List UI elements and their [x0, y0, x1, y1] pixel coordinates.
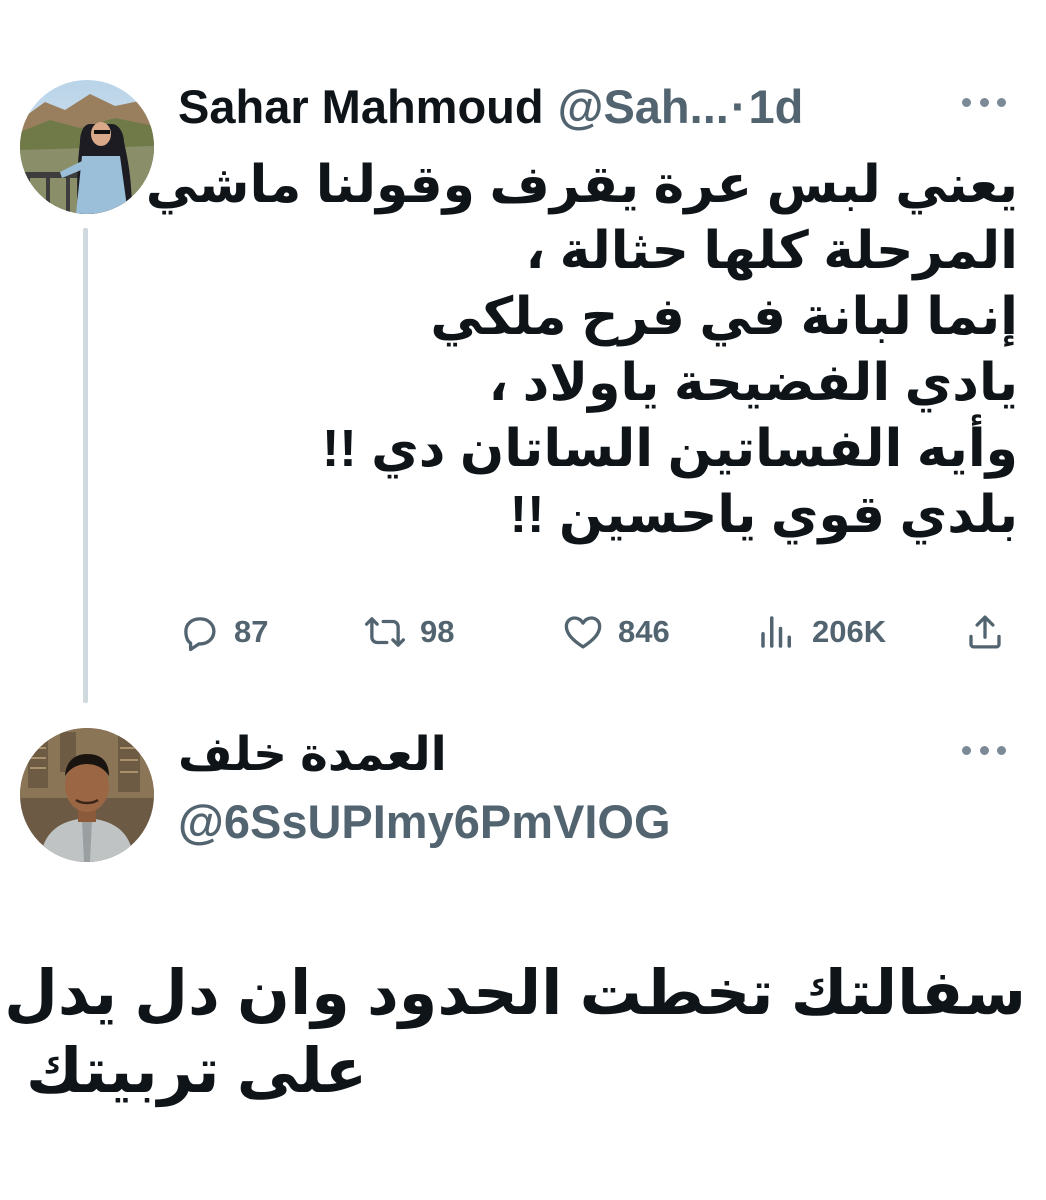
- tweet-line: وأيه الفساتين الساتان دي !!: [322, 420, 1018, 478]
- reply-bubble-icon: [184, 617, 216, 652]
- dot: [962, 745, 971, 755]
- reply-line: سفالتك تخطت الحدود وان دل يدل: [4, 959, 1026, 1028]
- reply-count: 87: [234, 614, 269, 649]
- tweet-header: Sahar Mahmoud @Sah... · 1d: [178, 76, 1008, 138]
- dot: [997, 745, 1006, 755]
- tweet-line: يعني لبس عرة يقرف وقولنا ماشي: [145, 156, 1018, 214]
- views-count: 206K: [812, 614, 887, 649]
- author-display-name[interactable]: Sahar Mahmoud: [178, 76, 544, 138]
- reply-line: على تربيتك: [26, 1037, 368, 1106]
- tweet-line: يادي الفضيحة ياولاد ،: [488, 354, 1018, 412]
- reply-author-display-name[interactable]: العمدة خلف: [178, 722, 818, 786]
- tweet-line: المرحلة كلها حثالة ،: [525, 222, 1018, 280]
- tweet-timestamp[interactable]: 1d: [748, 76, 803, 138]
- heart-icon: [564, 616, 602, 649]
- author-handle[interactable]: @Sah...: [558, 76, 729, 138]
- avatar-sahar[interactable]: [20, 80, 154, 214]
- like-count: 846: [618, 614, 670, 649]
- avatar-photo: [20, 728, 154, 862]
- tweet-line: إنما لبانة في فرح ملكي: [430, 288, 1018, 346]
- dot: [979, 97, 989, 107]
- like-button[interactable]: 846: [562, 604, 670, 660]
- more-dots-icon[interactable]: [962, 740, 1006, 760]
- reply-body: سفالتك تخطت الحدود وان دل يدل على تربيتك: [4, 955, 1026, 1111]
- tweet-actions-bar: 87 98 846 206K: [178, 604, 1010, 660]
- tweet-body: يعني لبس عرة يقرف وقولنا ماشي المرحلة كل…: [145, 152, 1018, 548]
- reply-author-handle[interactable]: @6SsUPImy6PmVIOG: [178, 790, 671, 854]
- views-button[interactable]: 206K: [756, 604, 886, 660]
- retweet-icon: [364, 617, 406, 647]
- more-dots-icon[interactable]: [962, 92, 1006, 112]
- avatar-alomda[interactable]: [20, 728, 154, 862]
- tweet-line: بلدي قوي ياحسين !!: [509, 486, 1018, 544]
- retweet-button[interactable]: 98: [364, 604, 454, 660]
- views-bar-icon: [761, 616, 791, 648]
- dot: [962, 97, 971, 107]
- avatar-photo: [20, 80, 154, 214]
- reply-button[interactable]: 87: [178, 604, 268, 660]
- retweet-count: 98: [420, 614, 455, 649]
- header-separator: ·: [730, 80, 747, 133]
- share-button[interactable]: [964, 604, 1006, 660]
- thread-connector-line: [83, 228, 88, 703]
- dot: [979, 745, 989, 755]
- dot: [997, 97, 1006, 107]
- share-upload-icon: [969, 615, 1001, 649]
